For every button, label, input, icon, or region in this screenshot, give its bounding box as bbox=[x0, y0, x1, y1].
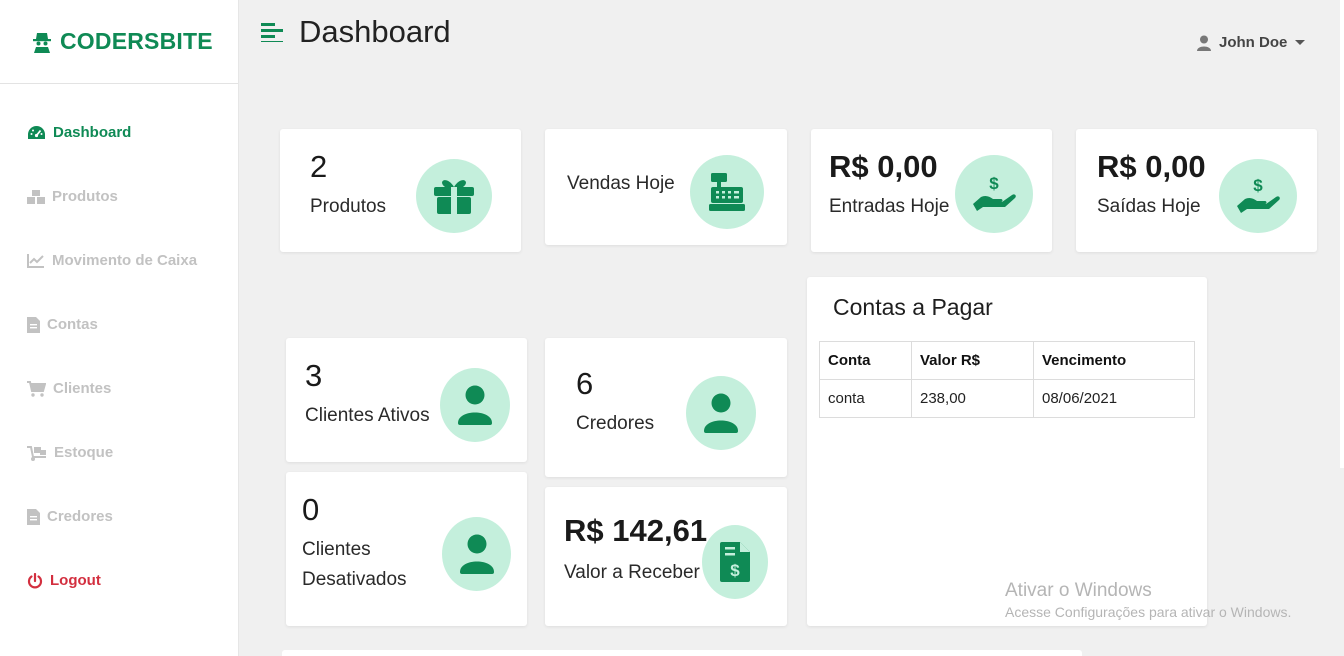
card-valor-receber[interactable]: R$ 142,61 Valor a Receber $ bbox=[545, 487, 787, 626]
card-value: 0 bbox=[302, 492, 320, 527]
boxes-icon bbox=[27, 189, 45, 204]
gauge-icon bbox=[28, 125, 45, 139]
table-header-row: Conta Valor R$ Vencimento bbox=[819, 341, 1195, 380]
chart-line-icon bbox=[27, 254, 44, 268]
sidebar-toggle-button[interactable] bbox=[261, 22, 283, 47]
svg-text:$: $ bbox=[730, 561, 740, 580]
table-cell: 08/06/2021 bbox=[1033, 379, 1195, 418]
card-label: Entradas Hoje bbox=[829, 196, 950, 217]
svg-text:$: $ bbox=[989, 174, 999, 193]
page-title: Dashboard bbox=[299, 14, 451, 49]
user-icon bbox=[1197, 35, 1211, 51]
sidebar-item-label: Contas bbox=[47, 316, 98, 333]
column-header: Vencimento bbox=[1033, 341, 1195, 380]
user-icon bbox=[442, 517, 511, 591]
sidebar-item-dashboard[interactable]: Dashboard bbox=[27, 124, 131, 141]
card-vendas-hoje[interactable]: Vendas Hoje bbox=[545, 129, 787, 245]
sidebar-item-produtos[interactable]: Produtos bbox=[27, 188, 118, 205]
card-value: R$ 142,61 bbox=[564, 513, 708, 548]
sidebar-item-contas[interactable]: Contas bbox=[27, 316, 98, 333]
card-credores[interactable]: 6 Credores bbox=[545, 338, 787, 477]
card-label: Saídas Hoje bbox=[1097, 196, 1201, 217]
sidebar-item-label: Movimento de Caixa bbox=[52, 252, 198, 269]
dolly-icon bbox=[27, 445, 46, 461]
card-label: Produtos bbox=[310, 196, 387, 217]
table-cell: conta bbox=[819, 379, 912, 418]
column-header: Valor R$ bbox=[911, 341, 1034, 380]
user-icon bbox=[686, 376, 756, 450]
table-cell: 238,00 bbox=[911, 379, 1034, 418]
align-left-icon bbox=[261, 23, 283, 42]
card-label: Clientes Ativos bbox=[305, 405, 430, 426]
brand-name: CODERSBITE bbox=[60, 28, 213, 54]
watermark-title: Ativar o Windows bbox=[1005, 580, 1152, 601]
user-name: John Doe bbox=[1219, 34, 1288, 51]
watermark-subtitle: Acesse Configurações para ativar o Windo… bbox=[1005, 604, 1292, 620]
card-value: 2 bbox=[310, 149, 328, 184]
user-icon bbox=[440, 368, 510, 442]
sidebar-item-label: Produtos bbox=[52, 188, 118, 205]
sidebar-item-movimento-caixa[interactable]: Movimento de Caixa bbox=[27, 252, 197, 269]
sidebar-item-label: Dashboard bbox=[53, 124, 132, 141]
card-value: 6 bbox=[576, 366, 594, 401]
contas-pagar-panel: Contas a Pagar Conta Valor R$ Vencimento… bbox=[807, 277, 1207, 626]
svg-text:$: $ bbox=[1253, 176, 1263, 195]
sidebar: CODERSBITE Dashboard Produtos Movimento … bbox=[0, 0, 239, 656]
sidebar-item-clientes[interactable]: Clientes bbox=[27, 380, 111, 397]
card-value: R$ 0,00 bbox=[829, 149, 938, 184]
spy-icon bbox=[33, 32, 51, 53]
chevron-down-icon bbox=[1295, 40, 1306, 45]
card-label: Vendas Hoje bbox=[567, 173, 675, 194]
column-header: Conta bbox=[819, 341, 912, 380]
sidebar-item-label: Estoque bbox=[54, 444, 114, 461]
card-saidas-hoje[interactable]: R$ 0,00 Saídas Hoje $ bbox=[1076, 129, 1317, 252]
cart-icon bbox=[27, 380, 46, 397]
card-clientes-desativados[interactable]: 0 Clientes Desativados bbox=[286, 472, 527, 626]
cash-register-icon bbox=[690, 155, 764, 229]
file-icon bbox=[27, 508, 40, 525]
sidebar-item-label: Credores bbox=[47, 508, 113, 525]
table-row[interactable]: conta 238,00 08/06/2021 bbox=[819, 379, 1195, 418]
file-icon bbox=[27, 316, 40, 333]
scrollbar-track[interactable] bbox=[1340, 0, 1344, 468]
hand-dollar-icon: $ bbox=[1219, 159, 1297, 233]
sidebar-item-logout[interactable]: Logout bbox=[27, 572, 101, 589]
card-entradas-hoje[interactable]: R$ 0,00 Entradas Hoje $ bbox=[811, 129, 1052, 252]
contas-pagar-table: Conta Valor R$ Vencimento conta 238,00 0… bbox=[819, 341, 1195, 418]
sidebar-item-label: Clientes bbox=[53, 380, 112, 397]
hand-dollar-icon: $ bbox=[955, 155, 1033, 233]
card-value: 3 bbox=[305, 358, 323, 393]
gift-icon bbox=[416, 159, 492, 233]
user-menu-dropdown[interactable]: John Doe bbox=[1197, 34, 1306, 51]
sidebar-item-label: Logout bbox=[50, 572, 101, 589]
invoice-dollar-icon: $ bbox=[702, 525, 768, 599]
brand-logo[interactable]: CODERSBITE bbox=[0, 0, 238, 84]
sidebar-item-estoque[interactable]: Estoque bbox=[27, 444, 113, 461]
card-label: Credores bbox=[576, 413, 655, 434]
sidebar-item-credores[interactable]: Credores bbox=[27, 508, 113, 525]
card-label: Valor a Receber bbox=[564, 562, 700, 583]
panel-title: Contas a Pagar bbox=[833, 294, 993, 320]
card-label: Clientes bbox=[302, 539, 371, 560]
card-produtos[interactable]: 2 Produtos bbox=[280, 129, 521, 252]
bottom-card bbox=[282, 650, 1082, 656]
windows-activation-watermark: Ativar o Windows Acesse Configurações pa… bbox=[1005, 580, 1291, 620]
card-label: Desativados bbox=[302, 569, 407, 590]
card-value: R$ 0,00 bbox=[1097, 149, 1206, 184]
power-icon bbox=[27, 572, 43, 588]
card-clientes-ativos[interactable]: 3 Clientes Ativos bbox=[286, 338, 527, 462]
